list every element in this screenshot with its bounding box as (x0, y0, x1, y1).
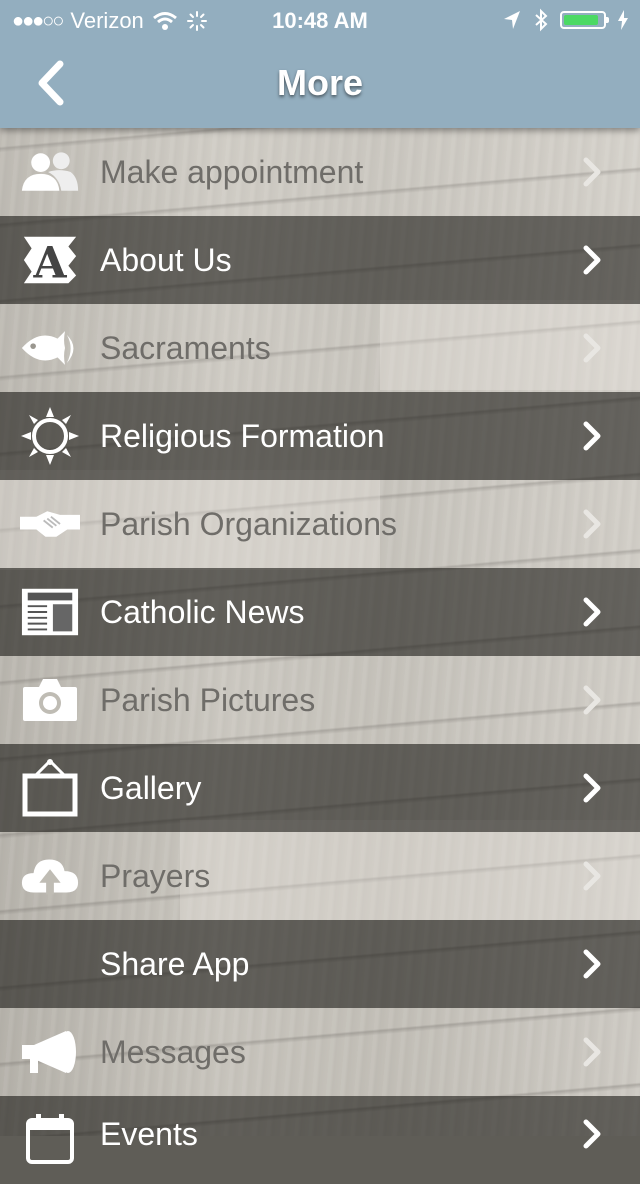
menu-item-prayers[interactable]: Prayers (0, 832, 640, 920)
menu-item-label: Share App (100, 945, 250, 982)
menu-item-label: Catholic News (100, 593, 305, 630)
chevron-right-icon (583, 1037, 601, 1067)
chevron-right-icon (583, 685, 601, 715)
chevron-right-icon (583, 597, 601, 627)
sun-icon (20, 407, 80, 465)
menu-item-label: Sacraments (100, 329, 271, 366)
newspaper-icon (20, 584, 80, 640)
menu-item-make-appointment[interactable]: Make appointment (0, 128, 640, 216)
menu-item-religious-formation[interactable]: Religious Formation (0, 392, 640, 480)
bluetooth-icon (535, 8, 548, 32)
fish-icon (20, 320, 80, 376)
menu-item-messages[interactable]: Messages (0, 1008, 640, 1096)
menu-item-label: Parish Pictures (100, 681, 316, 718)
people-icon (20, 144, 80, 200)
handshake-icon (20, 496, 80, 552)
chevron-right-icon (583, 949, 601, 979)
menu-item-label: Messages (100, 1033, 246, 1070)
megaphone-icon (20, 1024, 80, 1080)
menu-item-label: About Us (100, 241, 232, 278)
chevron-right-icon (583, 421, 601, 451)
chevron-right-icon (583, 861, 601, 891)
menu-item-share-app[interactable]: Share App (0, 920, 640, 1008)
picture-frame-icon (20, 758, 80, 817)
menu-item-label: Gallery (100, 769, 202, 806)
empty-icon-slot (20, 936, 80, 992)
camera-icon (20, 672, 80, 728)
calendar-icon (20, 1110, 80, 1166)
cloud-upload-icon (20, 848, 80, 904)
chevron-right-icon (583, 333, 601, 363)
battery-icon (560, 11, 609, 29)
chevron-right-icon (583, 509, 601, 539)
chevron-right-icon (583, 773, 601, 803)
chevron-right-icon (583, 1119, 601, 1149)
letter-a-icon: A (20, 232, 80, 288)
menu-item-sacraments[interactable]: Sacraments (0, 304, 640, 392)
chevron-right-icon (583, 245, 601, 275)
menu-item-label: Religious Formation (100, 417, 385, 454)
chevron-right-icon (583, 157, 601, 187)
menu-item-parish-organizations[interactable]: Parish Organizations (0, 480, 640, 568)
page-title: More (276, 62, 363, 103)
location-arrow-icon (504, 11, 520, 29)
menu-item-parish-pictures[interactable]: Parish Pictures (0, 656, 640, 744)
menu-item-label: Prayers (100, 857, 211, 894)
status-bar: ●●●○○ Verizon 10:48 AM (0, 0, 640, 40)
menu-item-label: Make appointment (100, 153, 364, 190)
svg-text:A: A (32, 238, 67, 288)
menu-item-about-us[interactable]: A About Us (0, 216, 640, 304)
menu-item-label: Parish Organizations (100, 505, 398, 542)
menu-item-label: Events (100, 1116, 198, 1152)
menu-item-events[interactable]: Events (0, 1096, 640, 1184)
menu-item-gallery[interactable]: Gallery (0, 744, 640, 832)
menu-item-catholic-news[interactable]: Catholic News (0, 568, 640, 656)
more-menu-list: Make appointment A About Us Sacraments R… (0, 128, 640, 1184)
charging-bolt-icon (618, 10, 628, 30)
